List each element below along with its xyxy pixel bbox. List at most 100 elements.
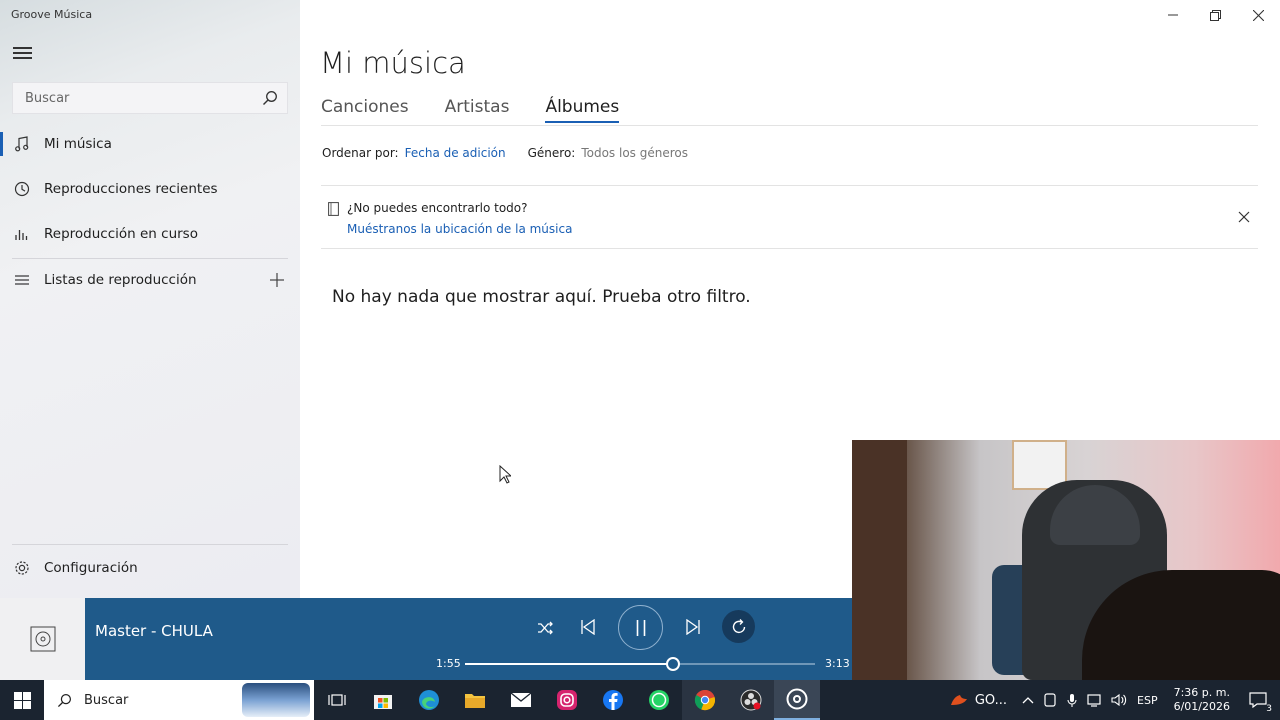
gear-icon — [0, 560, 44, 576]
show-music-location-link[interactable]: Muéstranos la ubicación de la música — [347, 222, 572, 236]
shuffle-button[interactable] — [533, 616, 557, 640]
pause-icon — [636, 619, 645, 636]
meet-now-icon[interactable] — [1039, 693, 1061, 707]
tab-albumes[interactable]: Álbumes — [545, 97, 620, 123]
file-explorer-icon[interactable] — [452, 680, 498, 720]
taskbar-search[interactable]: Buscar — [44, 680, 314, 720]
repeat-button[interactable] — [722, 610, 755, 643]
notice-question: ¿No puedes encontrarlo todo? — [347, 201, 528, 215]
shuffle-icon — [538, 621, 553, 635]
windows-logo-icon — [13, 691, 31, 709]
sidebar-item-playlists[interactable]: Listas de reproducción — [0, 260, 300, 300]
document-icon — [328, 201, 339, 220]
settings-button[interactable]: Configuración — [0, 548, 300, 588]
dismiss-notice-close-icon[interactable] — [1238, 208, 1250, 227]
tab-bar: Canciones Artistas Álbumes — [321, 97, 655, 123]
whatsapp-icon[interactable] — [636, 680, 682, 720]
settings-label: Configuración — [44, 560, 138, 576]
list-icon — [0, 273, 44, 287]
repeat-icon — [732, 618, 745, 633]
start-button[interactable] — [0, 680, 44, 720]
tabs-divider — [321, 125, 1258, 126]
notification-count-badge: 3 — [1264, 704, 1274, 714]
clock-date: 6/01/2026 — [1173, 700, 1230, 713]
mouse-cursor-icon — [499, 464, 513, 488]
facebook-icon[interactable] — [590, 680, 636, 720]
minimize-icon[interactable] — [1151, 0, 1194, 30]
player-bar: Master - CHULA 1:55 3:13 — [85, 598, 852, 680]
edge-browser-icon[interactable] — [406, 680, 452, 720]
search-input[interactable] — [13, 90, 253, 106]
weather-icon[interactable] — [947, 693, 971, 707]
taskbar: Buscar GO... ESP 7:36 p. m. 6/01/2026 3 — [0, 680, 1280, 720]
close-icon[interactable] — [1237, 0, 1280, 30]
sidebar-item-label: Reproducción en curso — [44, 226, 198, 242]
instagram-icon[interactable] — [544, 680, 590, 720]
sidebar-item-label: Reproducciones recientes — [44, 181, 218, 197]
input-language[interactable]: ESP — [1131, 694, 1168, 707]
tab-canciones[interactable]: Canciones — [321, 97, 409, 123]
next-icon — [686, 619, 700, 635]
task-view-button[interactable] — [314, 680, 360, 720]
seek-bar[interactable] — [465, 657, 815, 671]
store-app-icon[interactable] — [360, 680, 406, 720]
track-duration: 3:13 — [825, 657, 850, 670]
weather-text[interactable]: GO... — [971, 693, 1017, 708]
clock-icon — [0, 181, 44, 197]
now-playing-title[interactable]: Master - CHULA — [95, 622, 213, 640]
sidebar-item-mi-musica[interactable]: Mi música — [0, 124, 300, 164]
sort-bar: Ordenar por: Fecha de adición Género: To… — [322, 146, 688, 160]
network-icon[interactable] — [1083, 693, 1107, 707]
webcam-door — [852, 440, 907, 680]
microphone-icon[interactable] — [1061, 693, 1083, 708]
sidebar-item-label: Mi música — [44, 136, 112, 152]
notice-divider-top — [321, 185, 1258, 186]
sidebar-divider — [12, 544, 288, 545]
chevron-up-icon[interactable] — [1017, 696, 1039, 704]
chrome-browser-icon[interactable] — [682, 680, 728, 720]
restore-icon[interactable] — [1194, 0, 1237, 30]
mail-app-icon[interactable] — [498, 680, 544, 720]
sidebar: Groove Música Mi música Reproducciones r… — [0, 0, 300, 598]
sidebar-divider — [12, 258, 288, 259]
elapsed-time: 1:55 — [436, 657, 461, 670]
seek-bar-fill — [465, 663, 673, 665]
seek-thumb[interactable] — [665, 657, 680, 671]
volume-icon[interactable] — [1107, 693, 1131, 707]
disc-icon — [30, 626, 55, 652]
taskbar-search-label: Buscar — [84, 692, 129, 708]
notice-divider-bottom — [321, 248, 1258, 249]
search-box[interactable] — [12, 82, 288, 114]
system-tray: GO... ESP 7:36 p. m. 6/01/2026 3 — [947, 680, 1280, 720]
genre-label: Género: — [527, 146, 576, 160]
plus-icon — [270, 273, 284, 287]
clock[interactable]: 7:36 p. m. 6/01/2026 — [1168, 686, 1236, 714]
search-icon — [44, 693, 84, 708]
next-track-button[interactable] — [681, 614, 705, 640]
sort-label: Ordenar por: — [322, 146, 399, 160]
tab-artistas[interactable]: Artistas — [445, 97, 510, 123]
window-controls — [1151, 0, 1280, 30]
sort-dropdown[interactable]: Fecha de adición — [405, 146, 506, 160]
notification-center-icon[interactable]: 3 — [1236, 692, 1280, 714]
task-view-icon — [328, 694, 346, 706]
add-playlist-button[interactable] — [270, 260, 284, 300]
search-icon[interactable] — [253, 90, 287, 106]
previous-icon — [581, 619, 595, 635]
page-title: Mi música — [320, 46, 466, 80]
previous-track-button[interactable] — [576, 614, 600, 640]
obs-studio-icon[interactable] — [728, 680, 774, 720]
groove-music-taskbar-icon[interactable] — [774, 680, 820, 720]
search-highlight-illustration — [242, 683, 310, 717]
equalizer-bars-icon — [0, 227, 44, 241]
album-art-placeholder[interactable] — [0, 598, 85, 680]
pause-button[interactable] — [618, 605, 663, 650]
clock-time: 7:36 p. m. — [1173, 686, 1230, 699]
app-title: Groove Música — [11, 8, 93, 21]
hamburger-menu-icon[interactable] — [13, 47, 32, 61]
sidebar-item-recent-plays[interactable]: Reproducciones recientes — [0, 169, 300, 209]
empty-state-message: No hay nada que mostrar aquí. Prueba otr… — [332, 287, 751, 307]
sidebar-item-now-playing[interactable]: Reproducción en curso — [0, 214, 300, 254]
genre-dropdown[interactable]: Todos los géneros — [581, 146, 688, 160]
webcam-overlay — [852, 440, 1280, 680]
